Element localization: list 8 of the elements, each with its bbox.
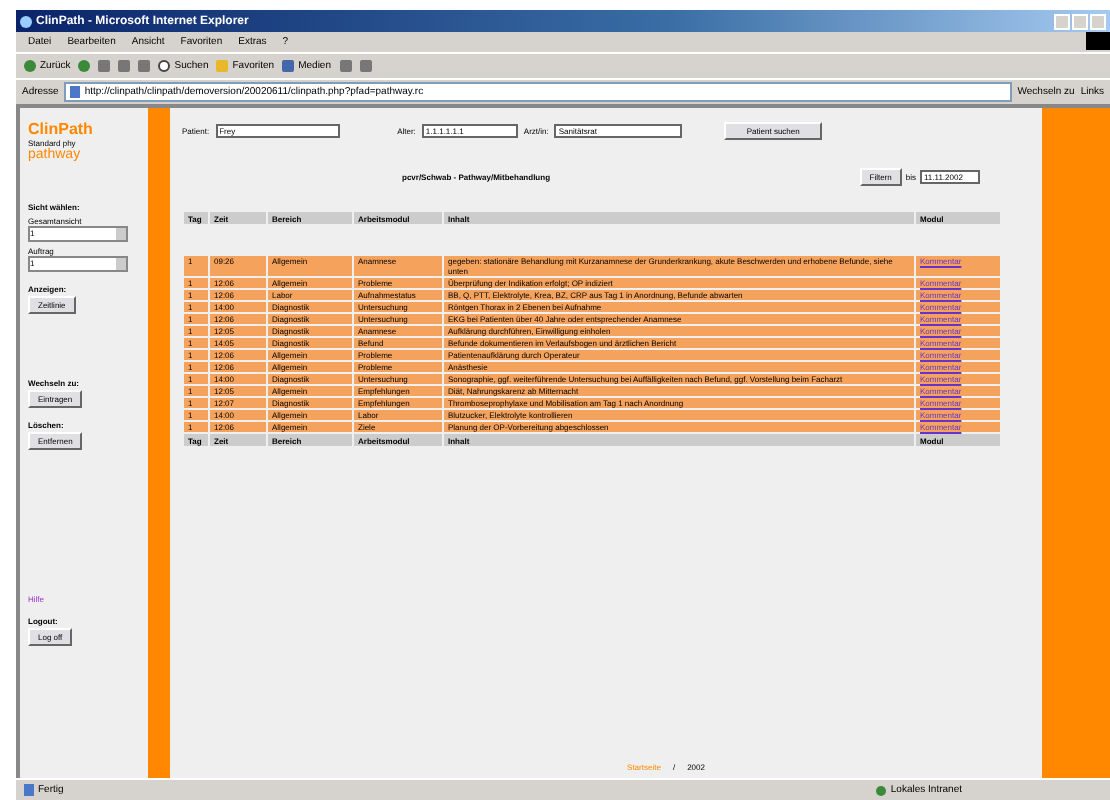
page-icon bbox=[24, 784, 34, 796]
forward-icon[interactable] bbox=[78, 60, 91, 72]
intranet-icon bbox=[876, 785, 887, 795]
minimize-button[interactable] bbox=[1054, 13, 1070, 29]
logo-text: ClinPath bbox=[28, 120, 93, 138]
browser-icon bbox=[20, 15, 32, 27]
close-button[interactable] bbox=[1090, 13, 1106, 29]
maximize-button[interactable] bbox=[1072, 13, 1088, 29]
